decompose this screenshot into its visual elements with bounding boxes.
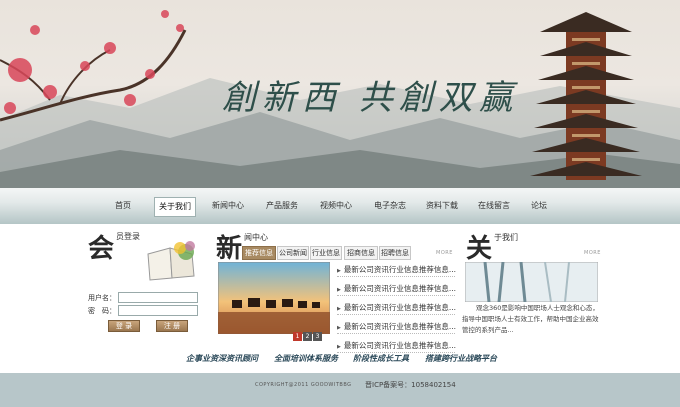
book-icon — [147, 241, 195, 281]
tab-recommended[interactable]: 推荐信息 — [242, 246, 276, 260]
nav-item-products[interactable]: 产品服务 — [262, 197, 302, 215]
tab-investment[interactable]: 招商信息 — [344, 246, 378, 260]
news-pager: 123 — [292, 323, 322, 342]
tab-industry[interactable]: 行业信息 — [310, 246, 342, 260]
copyright-text: COPYRIGHT@2011 GOODWITBBG — [255, 382, 352, 388]
bamboo-photo — [465, 262, 598, 302]
login-title-char: 会 — [88, 234, 115, 264]
password-label: 密 码： — [88, 307, 116, 315]
about-title-char: 关 — [466, 234, 493, 264]
news-list-item[interactable]: 最新公司资讯行业信息推荐信息... — [337, 283, 456, 296]
login-button[interactable]: 登 录 — [108, 320, 140, 332]
pager-page-2[interactable]: 2 — [303, 332, 312, 341]
nav-item-news[interactable]: 新闻中心 — [208, 197, 248, 215]
link-strategy-platform[interactable]: 搭建跨行业战略平台 — [425, 353, 497, 364]
pager-page-3[interactable]: 3 — [313, 332, 322, 341]
nav-item-home[interactable]: 首页 — [108, 197, 138, 215]
news-list-item[interactable]: 最新公司资讯行业信息推荐信息... — [337, 264, 456, 277]
link-training[interactable]: 全面培训体系服务 — [274, 353, 338, 364]
username-input[interactable] — [118, 292, 198, 303]
news-list-item[interactable]: 最新公司资讯行业信息推荐信息... — [337, 340, 456, 353]
about-title: 于我们 — [494, 233, 518, 242]
nav-item-message[interactable]: 在线留言 — [474, 197, 514, 215]
login-title: 员登录 — [116, 232, 140, 241]
nav-item-about[interactable]: 关于我们 — [154, 197, 196, 217]
nav-item-forum[interactable]: 论坛 — [524, 197, 554, 215]
news-list-item[interactable]: 最新公司资讯行业信息推荐信息... — [337, 302, 456, 315]
link-growth-tools[interactable]: 阶段性成长工具 — [353, 353, 409, 364]
header-banner: 創新西 共創双赢 — [0, 0, 680, 188]
news-title: 闻中心 — [244, 233, 268, 242]
username-label: 用户名： — [88, 294, 116, 302]
news-title-char: 新 — [216, 234, 243, 264]
about-more-link[interactable]: MORE — [584, 250, 601, 256]
about-description: 观念360是影响中国职场人士观念和心态，指导中国职场人士有效工作，帮助中国企业高… — [462, 304, 599, 334]
password-input[interactable] — [118, 305, 198, 316]
nav-item-video[interactable]: 视频中心 — [316, 197, 356, 215]
pager-page-1[interactable]: 1 — [293, 332, 302, 341]
news-list-item[interactable]: 最新公司资讯行业信息推荐信息... — [337, 321, 456, 334]
footer-bar — [0, 373, 680, 407]
register-button[interactable]: 注 册 — [156, 320, 188, 332]
main-nav-bar: 首页 关于我们 新闻中心 产品服务 视频中心 电子杂志 资料下载 在线留言 论坛 — [0, 188, 680, 224]
news-more-link[interactable]: MORE — [436, 250, 453, 256]
slogan-text: 創新西 共創双赢 — [222, 78, 519, 118]
nav-item-downloads[interactable]: 资料下载 — [422, 197, 462, 215]
tab-company-news[interactable]: 公司新闻 — [277, 246, 309, 260]
icp-number: 晋ICP备案号：1058402154 — [365, 381, 456, 389]
nav-item-magazine[interactable]: 电子杂志 — [370, 197, 410, 215]
tab-recruitment[interactable]: 招聘信息 — [379, 246, 411, 260]
link-consulting[interactable]: 企事业资深资讯顾问 — [186, 353, 258, 364]
